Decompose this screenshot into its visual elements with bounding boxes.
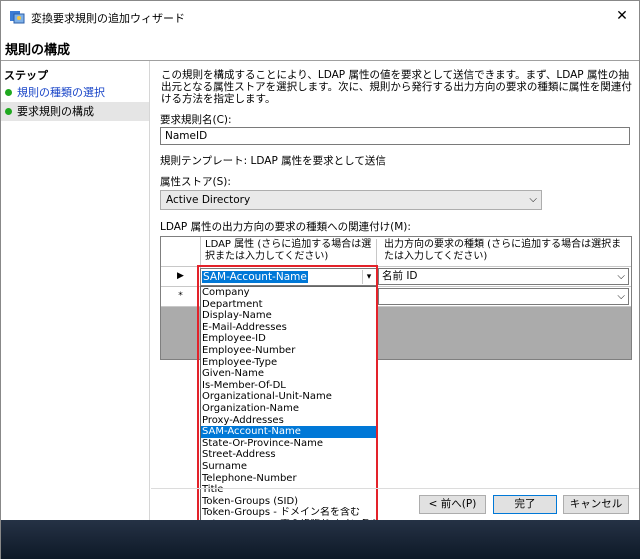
dropdown-option[interactable]: Surname <box>201 461 376 473</box>
background-taskbar <box>1 520 640 559</box>
chevron-down-icon: ⌵ <box>617 291 625 302</box>
title-bar: 変換要求規則の追加ウィザード ✕ <box>1 1 639 32</box>
close-icon[interactable]: ✕ <box>611 5 633 27</box>
dropdown-option[interactable]: Display-Name <box>201 310 376 322</box>
rule-name-label: 要求規則名(C): <box>160 114 232 126</box>
step-status-dot-icon <box>5 108 12 115</box>
current-row-arrow-icon[interactable]: ▶ <box>161 267 201 286</box>
dropdown-option[interactable]: Street-Address <box>201 449 376 461</box>
dropdown-option[interactable]: E-Mail-Addresses <box>201 322 376 334</box>
back-button[interactable]: < 前へ(P) <box>419 495 486 514</box>
step-status-dot-icon <box>5 89 12 96</box>
dropdown-option[interactable]: Given-Name <box>201 368 376 380</box>
ldap-attribute-column-header: LDAP 属性 (さらに追加する場合は選択または入力してください) <box>202 239 377 265</box>
step-label: 規則の種類の選択 <box>17 86 105 99</box>
finish-button[interactable]: 完了 <box>493 495 557 514</box>
dropdown-option[interactable]: Organization-Name <box>201 403 376 415</box>
ldap-attribute-value: SAM-Account-Name <box>202 271 308 283</box>
dropdown-option[interactable]: Employee-Type <box>201 357 376 369</box>
mapping-label: LDAP 属性の出力方向の要求の種類への関連付け(M): <box>160 221 411 233</box>
dropdown-option[interactable]: Organizational-Unit-Name <box>201 391 376 403</box>
rule-name-input[interactable]: NameID <box>160 127 630 145</box>
attribute-store-label: 属性ストア(S): <box>160 176 231 188</box>
attribute-store-select[interactable]: Active Directory ⌵ <box>160 190 542 210</box>
dropdown-option[interactable]: Proxy-Addresses <box>201 415 376 427</box>
step-select-rule-type[interactable]: 規則の種類の選択 <box>1 83 149 102</box>
new-row-asterisk-icon[interactable]: * <box>161 287 201 306</box>
app-icon <box>9 9 25 24</box>
dropdown-option[interactable]: Is-Member-Of-DL <box>201 380 376 392</box>
dropdown-option[interactable]: State-Or-Province-Name <box>201 438 376 450</box>
steps-pane: ステップ 規則の種類の選択 要求規則の構成 <box>1 61 150 559</box>
window-title: 変換要求規則の追加ウィザード <box>31 12 185 25</box>
dropdown-option[interactable]: SAM-Account-Name <box>201 426 376 438</box>
outgoing-claim-value: 名前 ID <box>382 270 418 282</box>
dropdown-option[interactable]: Title <box>201 484 376 496</box>
chevron-down-icon[interactable]: ▾ <box>362 270 375 284</box>
steps-heading: ステップ <box>4 69 48 82</box>
ldap-attribute-dropdown-list[interactable]: Company Department Display-Name E-Mail-Addr… <box>200 286 377 556</box>
outgoing-claim-select-new[interactable]: ⌵ <box>378 288 629 305</box>
dropdown-option[interactable]: Department <box>201 299 376 311</box>
page-title: 規則の構成 <box>5 43 71 58</box>
dropdown-option[interactable]: Employee-Number <box>201 345 376 357</box>
chevron-down-icon: ⌵ <box>529 194 537 205</box>
outgoing-claim-column-header: 出力方向の要求の種類 (さらに追加する場合は選択または入力してください) <box>384 239 622 262</box>
outgoing-claim-select[interactable]: 名前 ID ⌵ <box>378 268 629 285</box>
grid-corner <box>161 237 201 267</box>
ldap-attribute-select[interactable]: SAM-Account-Name ▾ <box>200 268 377 286</box>
dropdown-option[interactable]: Token-Groups (SID) <box>201 496 376 508</box>
grid-header: LDAP 属性 (さらに追加する場合は選択または入力してください) 出力方向の要… <box>161 237 631 267</box>
step-configure-rule[interactable]: 要求規則の構成 <box>1 102 149 121</box>
attribute-store-value: Active Directory <box>166 194 251 206</box>
step-label: 要求規則の構成 <box>17 105 94 118</box>
cancel-button[interactable]: キャンセル <box>563 495 629 514</box>
dropdown-option[interactable]: Telephone-Number <box>201 473 376 485</box>
rule-template-label: 規則テンプレート: LDAP 属性を要求として送信 <box>160 155 386 167</box>
dropdown-option[interactable]: Employee-ID <box>201 333 376 345</box>
footer-divider <box>151 488 639 489</box>
dropdown-option[interactable]: Token-Groups - ドメイン名を含む <box>201 507 376 519</box>
dropdown-option[interactable]: Company <box>201 287 376 299</box>
chevron-down-icon: ⌵ <box>617 271 625 282</box>
wizard-window: 変換要求規則の追加ウィザード ✕ 規則の構成 ステップ 規則の種類の選択 要求規… <box>0 0 640 559</box>
rule-description: この規則を構成することにより、LDAP 属性の値を要求として送信できます。まず、… <box>161 69 632 105</box>
